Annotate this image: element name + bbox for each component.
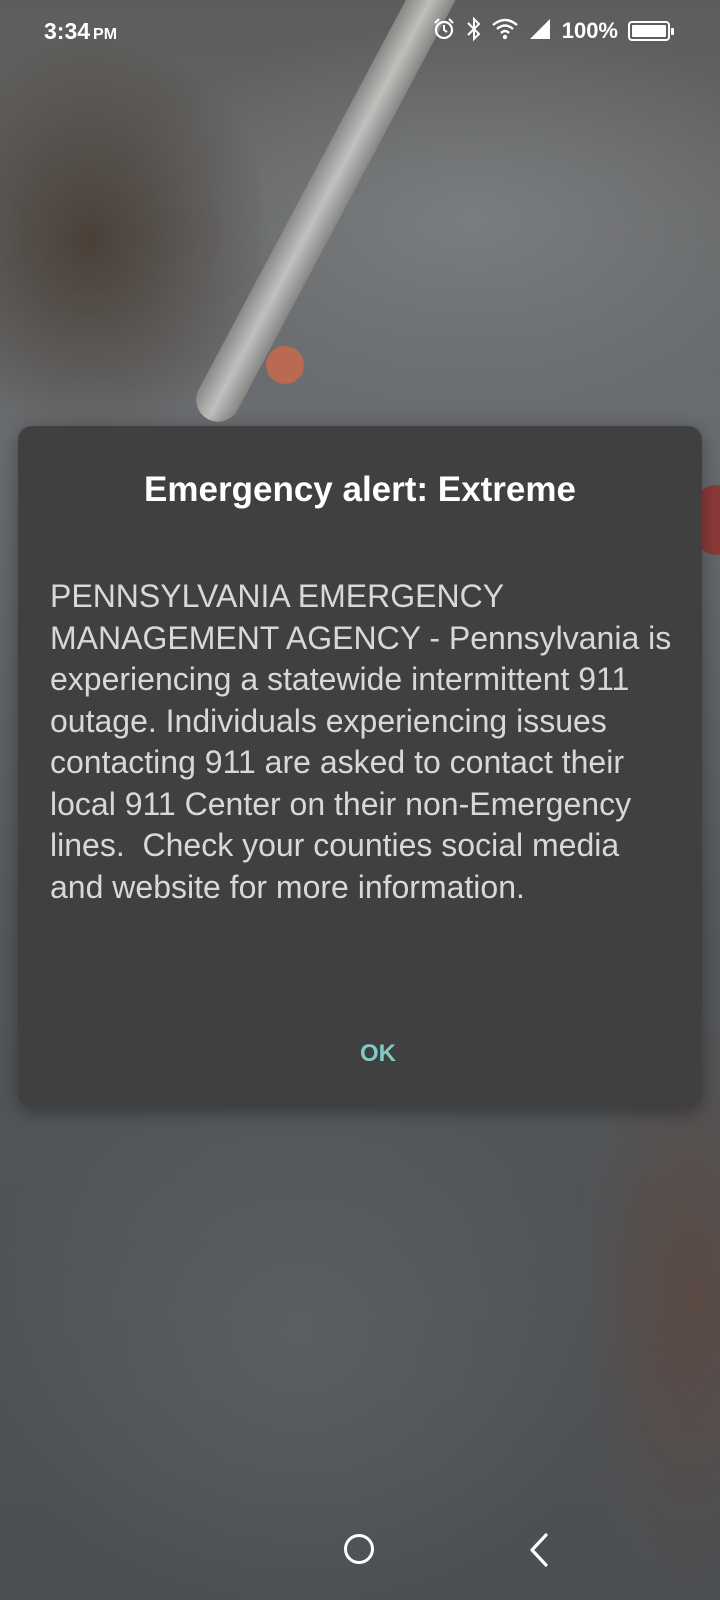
dialog-message: PENNSYLVANIA EMERGENCY MANAGEMENT AGENCY… [50, 578, 681, 905]
back-button[interactable] [524, 1532, 558, 1568]
home-button[interactable] [344, 1534, 374, 1564]
navigation-bar [0, 1500, 720, 1600]
back-chevron-icon [530, 1533, 548, 1567]
ok-button[interactable]: OK [318, 1026, 438, 1082]
dialog-title: Emergency alert: Extreme [144, 470, 576, 509]
emergency-alert-dialog: Emergency alert: Extreme PENNSYLVANIA EM… [18, 426, 702, 1108]
